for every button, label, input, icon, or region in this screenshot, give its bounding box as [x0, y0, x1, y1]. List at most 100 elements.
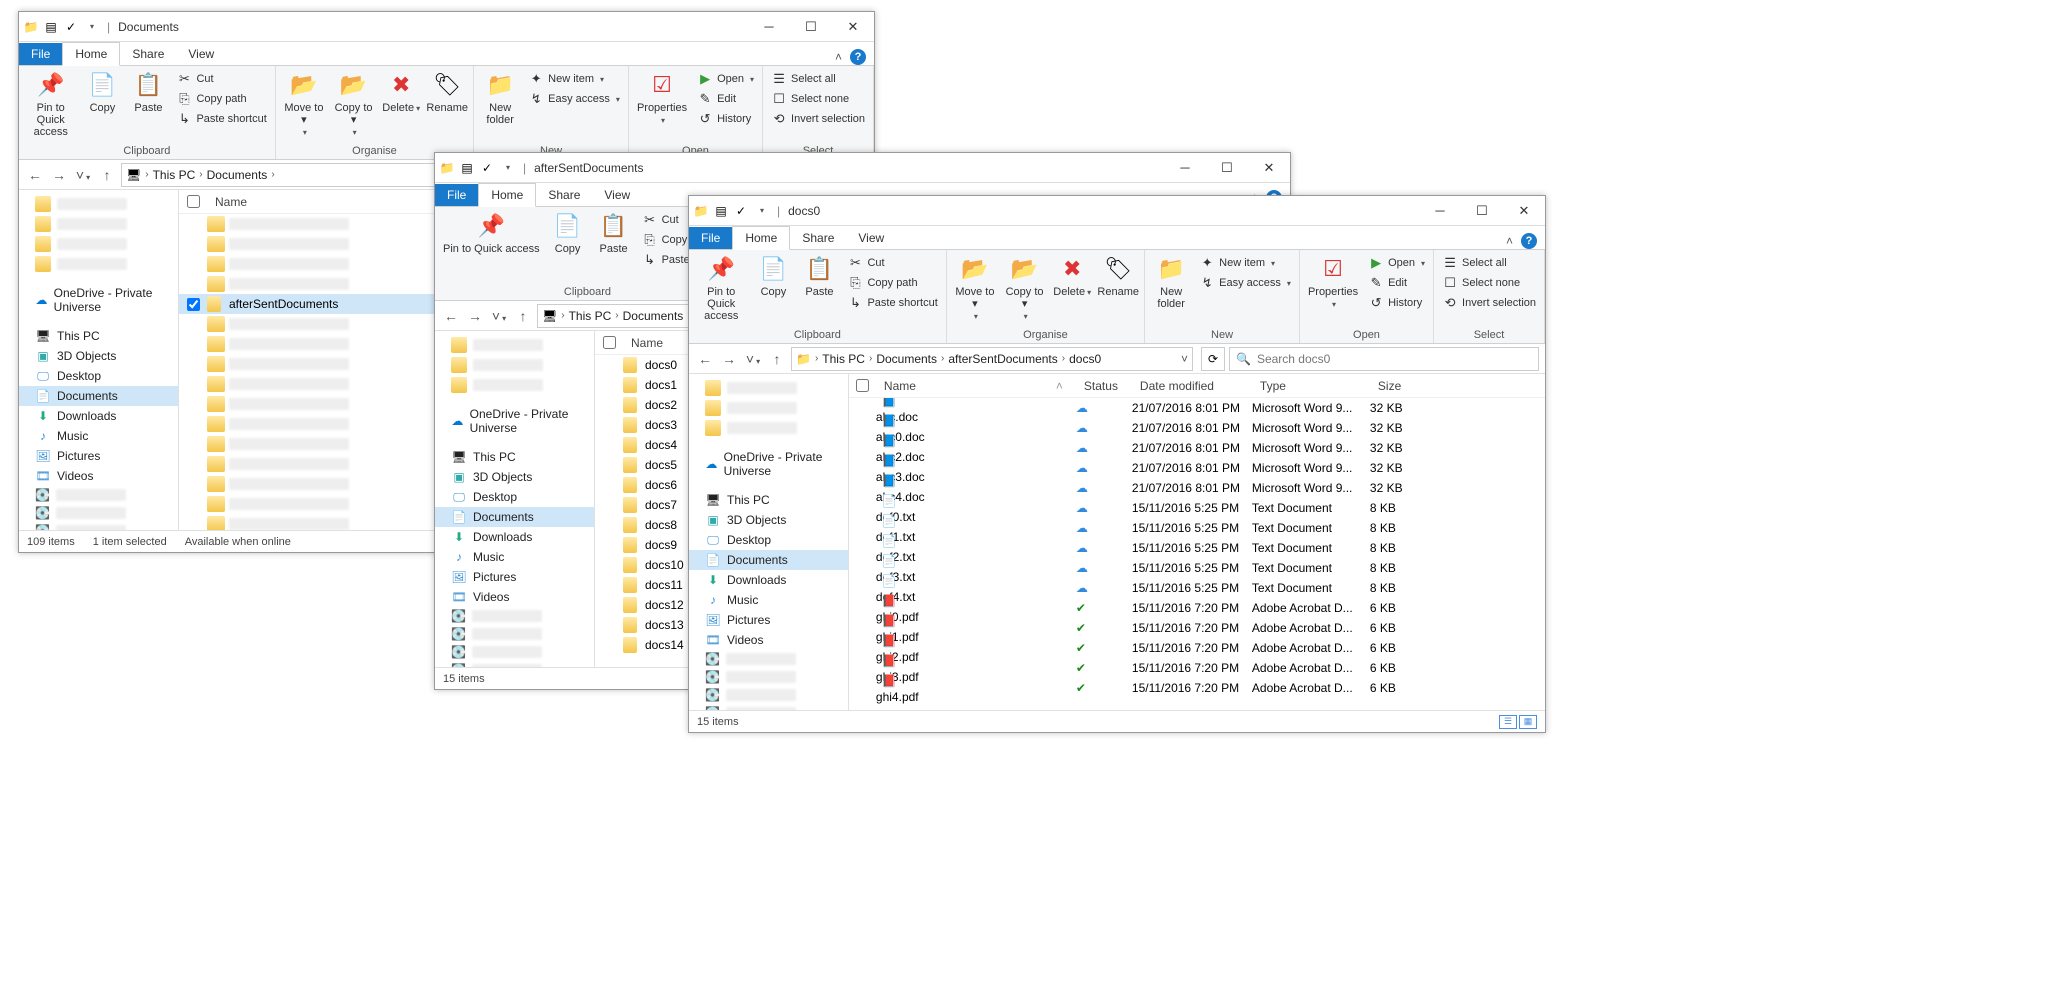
nav-documents[interactable]: 📄Documents [435, 507, 594, 527]
nav-videos[interactable]: 🎞Videos [689, 630, 848, 650]
copy-to-button[interactable]: 📂Copy to ▾ [330, 68, 377, 139]
cut-button[interactable]: ✂Cut [843, 254, 941, 272]
tab-view[interactable]: View [176, 43, 226, 65]
nav-thispc[interactable]: 🖥This PC [435, 447, 594, 467]
tab-share[interactable]: Share [790, 227, 846, 249]
titlebar[interactable]: 📁 ▤ ✓ | afterSentDocuments ─ ☐ ✕ [435, 153, 1290, 183]
maximize-button[interactable]: ☐ [1206, 153, 1248, 183]
recent-locations-button[interactable]: ˅ [489, 308, 509, 324]
tab-file[interactable]: File [689, 227, 732, 249]
back-button[interactable]: ← [441, 308, 461, 324]
up-button[interactable]: ↑ [513, 308, 533, 324]
select-all-checkbox[interactable] [187, 195, 200, 208]
history-button[interactable]: ↺History [1364, 294, 1429, 312]
col-date[interactable]: Date modified [1132, 379, 1252, 393]
up-button[interactable]: ↑ [97, 167, 117, 183]
refresh-button[interactable]: ⟳ [1201, 347, 1225, 371]
paste-button[interactable]: 📋Paste [797, 252, 841, 300]
qat-newfolder-icon[interactable]: ✓ [63, 19, 79, 35]
ribbon-collapse-icon[interactable]: ˄ [835, 50, 842, 64]
rename-button[interactable]: 🏷Rename [1096, 252, 1140, 300]
delete-button[interactable]: ✖Delete [1050, 252, 1094, 301]
crumb-documents[interactable]: Documents [207, 168, 268, 182]
up-button[interactable]: ↑ [767, 351, 787, 367]
forward-button[interactable]: → [49, 167, 69, 183]
move-to-button[interactable]: 📂Move to ▾ [280, 68, 328, 139]
tab-file[interactable]: File [19, 43, 62, 65]
col-type[interactable]: Type [1252, 379, 1370, 393]
invert-selection-button[interactable]: ⟲Invert selection [767, 110, 869, 128]
copy-button[interactable]: 📄 Copy [80, 68, 124, 116]
details-view-icon[interactable]: ☰ [1499, 715, 1517, 729]
select-all-button[interactable]: ☰Select all [767, 70, 869, 88]
address-dropdown-icon[interactable]: ˅ [1181, 352, 1188, 366]
nav-music[interactable]: ♪Music [435, 547, 594, 567]
ribbon-collapse-icon[interactable]: ˄ [1506, 234, 1513, 248]
nav-3dobjects[interactable]: ▣3D Objects [689, 510, 848, 530]
properties-button[interactable]: ☑Properties [633, 68, 691, 127]
nav-videos[interactable]: 🎞Videos [435, 587, 594, 607]
nav-pictures[interactable]: 🖼Pictures [19, 446, 178, 466]
tab-file[interactable]: File [435, 184, 478, 206]
navigation-pane[interactable]: ☁OneDrive - Private Universe 🖥This PC ▣3… [19, 190, 179, 530]
col-status[interactable]: Status [1076, 379, 1132, 393]
select-all-checkbox[interactable] [603, 336, 616, 349]
paste-button[interactable]: 📋 Paste [126, 68, 170, 116]
tab-home[interactable]: Home [62, 42, 120, 66]
nav-desktop[interactable]: 🖵Desktop [689, 530, 848, 550]
paste-shortcut-button[interactable]: ↳Paste shortcut [172, 110, 270, 128]
copy-button[interactable]: 📄Copy [751, 252, 795, 300]
nav-thispc[interactable]: 🖥This PC [19, 326, 178, 346]
nav-thispc[interactable]: 🖥This PC [689, 490, 848, 510]
copy-path-button[interactable]: ⎘Copy path [172, 90, 270, 108]
pin-quick-access-button[interactable]: 📌Pin to Quick access [693, 252, 749, 324]
tab-share[interactable]: Share [120, 43, 176, 65]
paste-button[interactable]: 📋Paste [592, 209, 636, 257]
nav-music[interactable]: ♪Music [19, 426, 178, 446]
row-checkbox[interactable] [187, 298, 200, 311]
navigation-pane[interactable]: ☁OneDrive - Private Universe 🖥This PC ▣3… [689, 374, 849, 710]
crumb-thispc[interactable]: This PC [153, 168, 196, 182]
easy-access-button[interactable]: ↯Easy access [524, 90, 624, 108]
help-icon[interactable]: ? [850, 49, 866, 65]
back-button[interactable]: ← [25, 167, 45, 183]
cut-button[interactable]: ✂Cut [172, 70, 270, 88]
tab-share[interactable]: Share [536, 184, 592, 206]
nav-3dobjects[interactable]: ▣3D Objects [435, 467, 594, 487]
forward-button[interactable]: → [719, 351, 739, 367]
qat-newfolder-icon[interactable]: ✓ [733, 203, 749, 219]
new-item-button[interactable]: ✦New item [524, 70, 624, 88]
properties-button[interactable]: ☑Properties [1304, 252, 1362, 311]
nav-downloads[interactable]: ⬇Downloads [435, 527, 594, 547]
forward-button[interactable]: → [465, 308, 485, 324]
select-all-checkbox[interactable] [856, 379, 869, 392]
nav-pictures[interactable]: 🖼Pictures [689, 610, 848, 630]
new-item-button[interactable]: ✦New item [1195, 254, 1295, 272]
nav-documents[interactable]: 📄Documents [19, 386, 178, 406]
history-button[interactable]: ↺History [693, 110, 758, 128]
close-button[interactable]: ✕ [1503, 196, 1545, 226]
delete-button[interactable]: ✖Delete [379, 68, 423, 117]
nav-onedrive[interactable]: ☁OneDrive - Private Universe [435, 405, 594, 437]
easy-access-button[interactable]: ↯Easy access [1195, 274, 1295, 292]
qat-newfolder-icon[interactable]: ✓ [479, 160, 495, 176]
back-button[interactable]: ← [695, 351, 715, 367]
tab-home[interactable]: Home [478, 183, 536, 207]
qat-properties-icon[interactable]: ▤ [459, 160, 475, 176]
recent-locations-button[interactable]: ˅ [743, 351, 763, 367]
nav-quickaccess-blur[interactable] [19, 194, 178, 214]
col-name[interactable]: Name [876, 379, 1056, 393]
minimize-button[interactable]: ─ [1164, 153, 1206, 183]
copy-path-button[interactable]: ⎘Copy path [843, 274, 941, 292]
qat-properties-icon[interactable]: ▤ [43, 19, 59, 35]
select-all-button[interactable]: ☰Select all [1438, 254, 1540, 272]
qat-customize[interactable] [753, 203, 769, 219]
nav-onedrive[interactable]: ☁OneDrive - Private Universe [19, 284, 178, 316]
pin-quick-access-button[interactable]: 📌 Pin to Quick access [23, 68, 78, 140]
maximize-button[interactable]: ☐ [1461, 196, 1503, 226]
nav-pictures[interactable]: 🖼Pictures [435, 567, 594, 587]
table-row[interactable]: 📕ghi4.pdf✔15/11/2016 7:20 PMAdobe Acroba… [849, 678, 1545, 698]
col-name[interactable]: Name [623, 336, 671, 350]
col-size[interactable]: Size [1370, 379, 1430, 393]
nav-documents[interactable]: 📄Documents [689, 550, 848, 570]
